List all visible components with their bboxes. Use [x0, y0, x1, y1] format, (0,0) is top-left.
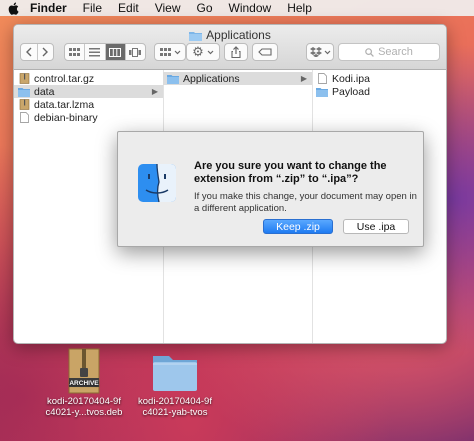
- archive-icon: [18, 99, 30, 110]
- menu-file[interactable]: File: [75, 1, 110, 15]
- archive-icon: [18, 73, 30, 84]
- menu-edit[interactable]: Edit: [110, 1, 147, 15]
- chevron-right-icon: [42, 47, 49, 57]
- window-toolbar: Applications ⚙ Search: [14, 25, 446, 70]
- folder-icon: [189, 30, 203, 44]
- list-item-label: Payload: [332, 85, 370, 98]
- disclosure-arrow-icon: ▶: [151, 87, 158, 96]
- cover-flow-icon: [129, 47, 142, 57]
- chevron-down-icon: [324, 50, 330, 54]
- menu-bar: Finder File Edit View Go Window Help: [0, 0, 474, 16]
- column-view-button[interactable]: [105, 44, 126, 60]
- icon-view-button[interactable]: [65, 44, 86, 60]
- list-item-label: data: [34, 85, 55, 98]
- search-input[interactable]: Search: [338, 43, 440, 61]
- desktop-item-deb[interactable]: ARCHIVE kodi-20170404-9f c4021-y...tvos.…: [34, 348, 134, 418]
- grid-icon: [69, 47, 81, 56]
- menu-window[interactable]: Window: [221, 1, 280, 15]
- archive-icon: ARCHIVE: [64, 348, 104, 394]
- folder-icon: [18, 86, 30, 97]
- tag-icon: [258, 48, 272, 56]
- share-button[interactable]: [224, 43, 248, 61]
- finder-icon: [137, 163, 177, 203]
- tags-button[interactable]: [252, 43, 278, 61]
- menu-go[interactable]: Go: [189, 1, 221, 15]
- use-ipa-button[interactable]: Use .ipa: [343, 219, 409, 234]
- window-title-text: Applications: [206, 28, 271, 42]
- search-icon: [365, 47, 374, 57]
- list-item[interactable]: debian-binary: [14, 111, 163, 124]
- dropbox-button[interactable]: [306, 43, 334, 61]
- folder-icon: [151, 348, 199, 394]
- dialog-message: If you make this change, your document m…: [194, 191, 417, 214]
- view-switcher: [64, 43, 146, 61]
- folder-icon: [167, 73, 179, 84]
- arrange-grid-icon: [159, 47, 171, 56]
- list-item[interactable]: data.tar.lzma: [14, 98, 163, 111]
- search-placeholder: Search: [378, 46, 413, 58]
- action-button[interactable]: ⚙: [186, 43, 220, 61]
- list-item-label: data.tar.lzma: [34, 98, 95, 111]
- folder-icon: [316, 86, 328, 97]
- keep-zip-button[interactable]: Keep .zip: [263, 219, 333, 234]
- window-title: Applications: [14, 28, 446, 44]
- arrange-button[interactable]: [154, 43, 186, 61]
- list-icon: [89, 47, 101, 56]
- gear-icon: ⚙: [192, 44, 204, 59]
- document-icon: [18, 112, 30, 123]
- nav-buttons: [20, 43, 54, 61]
- desktop-item-folder[interactable]: kodi-20170404-9f c4021-yab-tvos: [125, 348, 225, 418]
- list-item[interactable]: Kodi.ipa: [312, 72, 446, 85]
- archive-badge: ARCHIVE: [69, 380, 99, 387]
- desktop-item-name-line1: kodi-20170404-9f: [138, 396, 212, 407]
- list-item-selected[interactable]: Applications ▶: [163, 72, 312, 85]
- desktop-item-name-line2: c4021-y...tvos.deb: [45, 407, 123, 418]
- list-item[interactable]: Payload: [312, 85, 446, 98]
- change-extension-dialog: Are you sure you want to change the exte…: [117, 131, 424, 247]
- chevron-down-icon: [207, 50, 214, 54]
- list-item-selected[interactable]: data ▶: [14, 85, 163, 98]
- list-item-label: control.tar.gz: [34, 72, 95, 85]
- desktop-item-name-line1: kodi-20170404-9f: [47, 396, 121, 407]
- list-item-label: Applications: [183, 72, 240, 85]
- list-item-label: Kodi.ipa: [332, 72, 370, 85]
- list-item-label: debian-binary: [34, 111, 98, 124]
- list-view-button[interactable]: [85, 44, 106, 60]
- menu-view[interactable]: View: [147, 1, 189, 15]
- apple-menu-icon[interactable]: [0, 2, 26, 15]
- dialog-title: Are you sure you want to change the exte…: [194, 160, 387, 185]
- chevron-left-icon: [25, 47, 32, 57]
- menu-app-finder[interactable]: Finder: [26, 1, 75, 15]
- back-button[interactable]: [21, 44, 38, 60]
- dropbox-icon: [309, 47, 322, 57]
- list-item[interactable]: control.tar.gz: [14, 72, 163, 85]
- share-icon: [231, 46, 241, 58]
- desktop-item-name-line2: c4021-yab-tvos: [142, 407, 208, 418]
- disclosure-arrow-icon: ▶: [300, 74, 307, 83]
- menu-help[interactable]: Help: [279, 1, 320, 15]
- forward-button[interactable]: [38, 44, 54, 60]
- chevron-down-icon: [174, 50, 180, 54]
- cover-flow-button[interactable]: [126, 44, 145, 60]
- columns-icon: [109, 47, 122, 57]
- document-icon: [316, 73, 328, 84]
